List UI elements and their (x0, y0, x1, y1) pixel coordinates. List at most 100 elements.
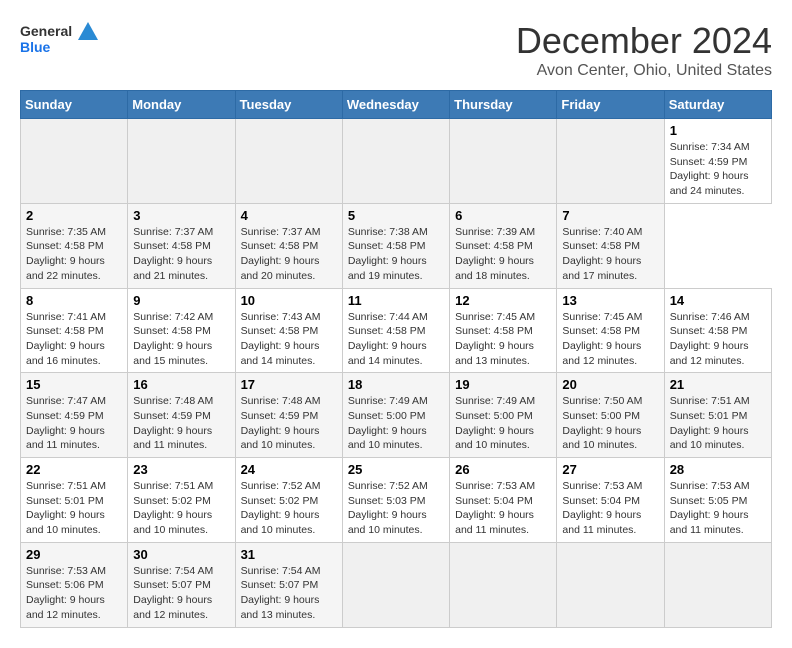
day-cell-5: 5 Sunrise: 7:38 AMSunset: 4:58 PMDaylight… (342, 203, 449, 288)
day-cell-15: 15Sunrise: 7:47 AMSunset: 4:59 PMDayligh… (21, 373, 128, 458)
day-info: Sunrise: 7:51 AMSunset: 5:01 PMDaylight:… (670, 395, 750, 451)
header-row: SundayMondayTuesdayWednesdayThursdayFrid… (21, 91, 772, 119)
day-cell-1: 1Sunrise: 7:34 AMSunset: 4:59 PMDaylight… (664, 119, 771, 204)
day-info: Sunrise: 7:41 AMSunset: 4:58 PMDaylight:… (26, 311, 106, 367)
empty-cell (450, 542, 557, 627)
day-cell-21: 21 Sunrise: 7:51 AMSunset: 5:01 PMDayligh… (664, 373, 771, 458)
empty-cell (21, 119, 128, 204)
day-number: 16 (133, 377, 229, 392)
day-cell-7: 7Sunrise: 7:40 AMSunset: 4:58 PMDaylight… (557, 203, 664, 288)
day-info: Sunrise: 7:44 AMSunset: 4:58 PMDaylight:… (348, 311, 428, 367)
day-cell-29: 29 Sunrise: 7:53 AMSunset: 5:06 PMDayligh… (21, 542, 128, 627)
day-cell-20: 20 Sunrise: 7:50 AMSunset: 5:00 PMDayligh… (557, 373, 664, 458)
day-number: 8 (26, 293, 122, 308)
day-info: Sunrise: 7:49 AMSunset: 5:00 PMDaylight:… (348, 395, 428, 451)
day-number: 27 (562, 462, 658, 477)
day-info: Sunrise: 7:51 AMSunset: 5:01 PMDaylight:… (26, 480, 106, 536)
day-info: Sunrise: 7:34 AMSunset: 4:59 PMDaylight:… (670, 141, 750, 197)
day-info: Sunrise: 7:54 AMSunset: 5:07 PMDaylight:… (241, 565, 321, 621)
week-row-6: 29 Sunrise: 7:53 AMSunset: 5:06 PMDayligh… (21, 542, 772, 627)
day-cell-14: 14Sunrise: 7:46 AMSunset: 4:58 PMDayligh… (664, 288, 771, 373)
day-number: 28 (670, 462, 766, 477)
day-number: 19 (455, 377, 551, 392)
day-info: Sunrise: 7:38 AMSunset: 4:58 PMDaylight:… (348, 226, 428, 282)
day-info: Sunrise: 7:54 AMSunset: 5:07 PMDaylight:… (133, 565, 213, 621)
day-info: Sunrise: 7:35 AMSunset: 4:58 PMDaylight:… (26, 226, 106, 282)
week-row-4: 15Sunrise: 7:47 AMSunset: 4:59 PMDayligh… (21, 373, 772, 458)
day-info: Sunrise: 7:39 AMSunset: 4:58 PMDaylight:… (455, 226, 535, 282)
week-row-5: 22 Sunrise: 7:51 AMSunset: 5:01 PMDayligh… (21, 458, 772, 543)
day-number: 29 (26, 547, 122, 562)
day-number: 31 (241, 547, 337, 562)
day-number: 22 (26, 462, 122, 477)
empty-cell (235, 119, 342, 204)
day-info: Sunrise: 7:53 AMSunset: 5:05 PMDaylight:… (670, 480, 750, 536)
day-info: Sunrise: 7:48 AMSunset: 4:59 PMDaylight:… (133, 395, 213, 451)
logo-svg: General Blue (20, 20, 100, 64)
day-info: Sunrise: 7:45 AMSunset: 4:58 PMDaylight:… (562, 311, 642, 367)
day-number: 21 (670, 377, 766, 392)
day-number: 7 (562, 208, 658, 223)
day-info: Sunrise: 7:37 AMSunset: 4:58 PMDaylight:… (133, 226, 213, 282)
header: General Blue December 2024 Avon Center, … (20, 20, 772, 80)
day-cell-3: 3Sunrise: 7:37 AMSunset: 4:58 PMDaylight… (128, 203, 235, 288)
day-cell-19: 19 Sunrise: 7:49 AMSunset: 5:00 PMDayligh… (450, 373, 557, 458)
day-number: 11 (348, 293, 444, 308)
day-cell-18: 18 Sunrise: 7:49 AMSunset: 5:00 PMDayligh… (342, 373, 449, 458)
week-row-2: 2 Sunrise: 7:35 AMSunset: 4:58 PMDaylight… (21, 203, 772, 288)
empty-cell (557, 542, 664, 627)
day-header-sunday: Sunday (21, 91, 128, 119)
day-info: Sunrise: 7:52 AMSunset: 5:02 PMDaylight:… (241, 480, 321, 536)
day-header-wednesday: Wednesday (342, 91, 449, 119)
day-info: Sunrise: 7:48 AMSunset: 4:59 PMDaylight:… (241, 395, 321, 451)
empty-cell (128, 119, 235, 204)
day-cell-4: 4 Sunrise: 7:37 AMSunset: 4:58 PMDaylight… (235, 203, 342, 288)
day-info: Sunrise: 7:49 AMSunset: 5:00 PMDaylight:… (455, 395, 535, 451)
day-info: Sunrise: 7:53 AMSunset: 5:04 PMDaylight:… (562, 480, 642, 536)
day-cell-17: 17 Sunrise: 7:48 AMSunset: 4:59 PMDayligh… (235, 373, 342, 458)
day-info: Sunrise: 7:52 AMSunset: 5:03 PMDaylight:… (348, 480, 428, 536)
empty-cell (664, 542, 771, 627)
day-header-tuesday: Tuesday (235, 91, 342, 119)
empty-cell (557, 119, 664, 204)
day-number: 12 (455, 293, 551, 308)
title-section: December 2024 Avon Center, Ohio, United … (516, 20, 772, 80)
day-cell-22: 22 Sunrise: 7:51 AMSunset: 5:01 PMDayligh… (21, 458, 128, 543)
logo: General Blue (20, 20, 100, 64)
day-info: Sunrise: 7:37 AMSunset: 4:58 PMDaylight:… (241, 226, 321, 282)
day-cell-26: 26Sunrise: 7:53 AMSunset: 5:04 PMDayligh… (450, 458, 557, 543)
day-header-thursday: Thursday (450, 91, 557, 119)
day-number: 20 (562, 377, 658, 392)
day-number: 13 (562, 293, 658, 308)
day-info: Sunrise: 7:53 AMSunset: 5:06 PMDaylight:… (26, 565, 106, 621)
day-info: Sunrise: 7:45 AMSunset: 4:58 PMDaylight:… (455, 311, 535, 367)
day-number: 5 (348, 208, 444, 223)
empty-cell (342, 542, 449, 627)
day-cell-11: 11 Sunrise: 7:44 AMSunset: 4:58 PMDayligh… (342, 288, 449, 373)
day-header-friday: Friday (557, 91, 664, 119)
day-number: 6 (455, 208, 551, 223)
day-info: Sunrise: 7:50 AMSunset: 5:00 PMDaylight:… (562, 395, 642, 451)
day-info: Sunrise: 7:43 AMSunset: 4:58 PMDaylight:… (241, 311, 321, 367)
day-number: 24 (241, 462, 337, 477)
empty-cell (450, 119, 557, 204)
day-number: 4 (241, 208, 337, 223)
day-number: 14 (670, 293, 766, 308)
day-number: 30 (133, 547, 229, 562)
week-row-1: 1Sunrise: 7:34 AMSunset: 4:59 PMDaylight… (21, 119, 772, 204)
location-title: Avon Center, Ohio, United States (516, 62, 772, 80)
day-number: 17 (241, 377, 337, 392)
day-number: 10 (241, 293, 337, 308)
day-number: 2 (26, 208, 122, 223)
day-header-saturday: Saturday (664, 91, 771, 119)
week-row-3: 8 Sunrise: 7:41 AMSunset: 4:58 PMDaylight… (21, 288, 772, 373)
day-info: Sunrise: 7:42 AMSunset: 4:58 PMDaylight:… (133, 311, 213, 367)
svg-text:Blue: Blue (20, 39, 51, 55)
day-number: 26 (455, 462, 551, 477)
day-cell-8: 8 Sunrise: 7:41 AMSunset: 4:58 PMDaylight… (21, 288, 128, 373)
day-number: 18 (348, 377, 444, 392)
day-cell-9: 9Sunrise: 7:42 AMSunset: 4:58 PMDaylight… (128, 288, 235, 373)
month-title: December 2024 (516, 20, 772, 62)
day-cell-25: 25Sunrise: 7:52 AMSunset: 5:03 PMDayligh… (342, 458, 449, 543)
day-cell-28: 28 Sunrise: 7:53 AMSunset: 5:05 PMDayligh… (664, 458, 771, 543)
